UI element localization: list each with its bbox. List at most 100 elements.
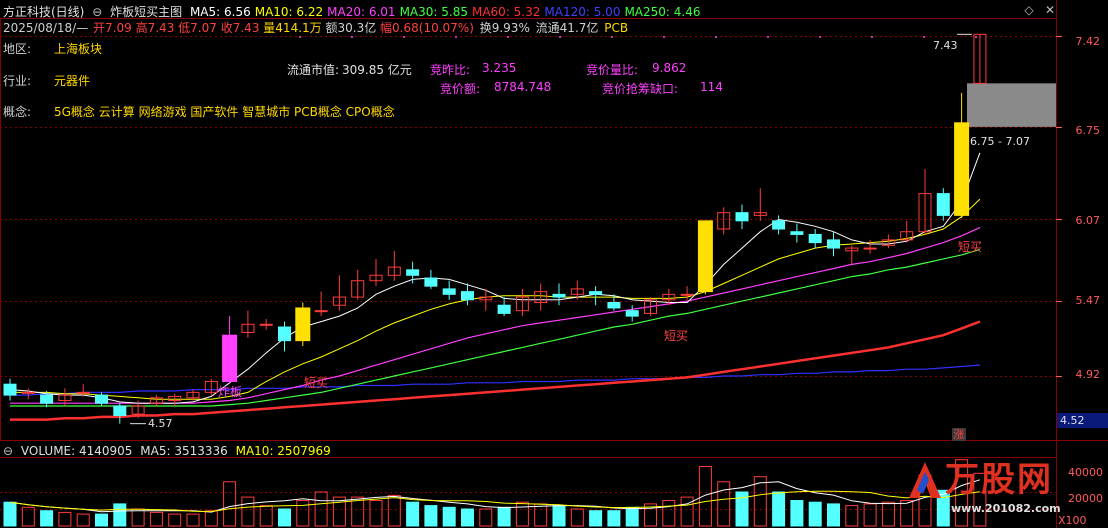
industry-value: 元器件 <box>54 74 91 88</box>
ma5-line <box>9 152 981 404</box>
candle-body <box>40 394 54 404</box>
volume-ma10: MA10: 2507969 <box>235 444 331 458</box>
low-label: 低7.07 <box>178 21 217 35</box>
date-label: 2025/08/18/— <box>3 21 89 35</box>
volume-bar <box>900 500 914 527</box>
duanmai-label-1: 短买 <box>304 376 329 390</box>
volume-bar <box>131 508 145 527</box>
marker-dot <box>351 36 353 38</box>
volume-bar <box>95 513 108 527</box>
candle-body <box>607 302 621 309</box>
volume-bar <box>662 500 676 527</box>
marker-dot <box>507 36 509 38</box>
volume-bar <box>424 505 438 527</box>
limit-up-badge: 涨 <box>952 428 966 441</box>
candle-body <box>222 334 238 382</box>
volume-bar <box>570 508 584 527</box>
candle-body <box>461 291 474 301</box>
bid-amount-label: 竞价额: <box>440 82 481 96</box>
candle-body <box>278 326 291 342</box>
marker-dot <box>611 36 613 38</box>
price-axis-label: 6.07 <box>1075 214 1101 227</box>
volume-header: ⊖ VOLUME: 4140905 MA5: 3513336 MA10: 250… <box>3 444 335 458</box>
volume-bar <box>552 505 566 527</box>
candle-body <box>259 323 273 326</box>
volume-bar <box>479 508 493 527</box>
bid-ratio-label: 竞昨比: <box>430 63 471 77</box>
volume-ma5: MA5: 3513336 <box>140 444 228 458</box>
price-axis-label: 7.42 <box>1075 35 1101 48</box>
change-label: 幅0.68(10.07%) <box>380 21 474 35</box>
diamond-icon[interactable]: ◇ <box>1022 3 1036 17</box>
candle-body <box>954 122 970 216</box>
brand-text: 万股网 <box>945 460 1053 500</box>
volume-bar <box>40 510 54 527</box>
bid-vol-ratio-value: 9.862 <box>652 61 687 75</box>
volume-bar <box>534 503 548 527</box>
volume-bar <box>3 501 17 527</box>
marker-dot <box>767 36 769 38</box>
volume-dropdown-icon[interactable]: ⊖ <box>3 444 13 458</box>
bid-gap-label: 竞价抢筹缺口: <box>602 82 679 96</box>
volume-bar <box>168 513 182 527</box>
watermark-logo: 万股网 www.201082.com <box>905 458 1061 515</box>
indicator-name[interactable]: 炸板短买主图 <box>110 5 182 19</box>
price-axis-label: 6.75 <box>1075 124 1101 137</box>
indicator-dropdown-icon[interactable]: ⊖ <box>92 5 102 19</box>
float-label: 流通41.7亿 <box>535 21 599 35</box>
industry-label: 行业: <box>3 74 32 88</box>
candle-body <box>827 239 840 249</box>
volume-bar <box>717 481 731 527</box>
volume-bar <box>113 503 127 527</box>
gap-box <box>967 83 1056 127</box>
volume-bar <box>625 506 639 527</box>
open-label: 开7.09 <box>93 21 132 35</box>
candle-body <box>76 391 90 394</box>
stock-title: 方正科技(日线) <box>3 5 85 19</box>
ma-value-label: MA60: 5.32 <box>471 5 541 19</box>
volume-title: VOLUME: 4140905 <box>20 444 133 458</box>
volume-bar <box>827 503 840 527</box>
ma-value-label: MA120: 5.00 <box>544 5 621 19</box>
price-axis-label: 4.92 <box>1075 368 1101 381</box>
region-label: 地区: <box>3 42 32 56</box>
candle-body <box>424 277 438 287</box>
ma-value-label: MA30: 5.85 <box>399 5 468 19</box>
close-icon[interactable]: ✕ <box>1043 3 1057 17</box>
volume-label: 量414.1万 <box>263 21 322 35</box>
ma-value-label: MA250: 4.46 <box>624 5 701 19</box>
volume-bar <box>278 508 291 527</box>
tag-label: PCB <box>604 21 629 35</box>
marker-dot <box>403 36 405 38</box>
marker-dot <box>923 36 925 38</box>
volume-bar <box>589 510 603 527</box>
bid-gap-value: 114 <box>700 80 723 94</box>
arrow-logo-icon <box>905 458 945 502</box>
marker-dot <box>975 36 977 38</box>
candle-body <box>295 307 311 342</box>
current-price-marker: 4.52 <box>1057 413 1108 428</box>
ma10-line <box>10 198 981 400</box>
amount-label: 额30.3亿 <box>325 21 377 35</box>
duanmai-label-3: 短买 <box>958 240 983 254</box>
candle-body <box>808 233 822 244</box>
candle-body <box>497 304 511 314</box>
candle-body <box>772 220 786 230</box>
concept-value: 5G概念 云计算 网络游戏 国产软件 智慧城市 PCB概念 CPO概念 <box>54 105 395 119</box>
candle-body <box>95 394 108 404</box>
price-axis-label: 5.47 <box>1075 294 1101 307</box>
candle-body <box>552 293 566 298</box>
close-label: 收7.43 <box>220 21 260 35</box>
candle-body <box>680 293 694 296</box>
candle-body <box>625 310 639 317</box>
candle-body <box>697 220 713 293</box>
candle-body <box>3 383 17 396</box>
brand-url: www.201082.com <box>951 502 1061 515</box>
volume-bar <box>58 511 72 527</box>
candle-body <box>735 212 749 222</box>
marker-dot <box>299 36 301 38</box>
region-value: 上海板块 <box>54 42 103 56</box>
volume-bar <box>296 500 310 527</box>
concept-label: 概念: <box>3 105 32 119</box>
marker-dot <box>559 36 561 38</box>
